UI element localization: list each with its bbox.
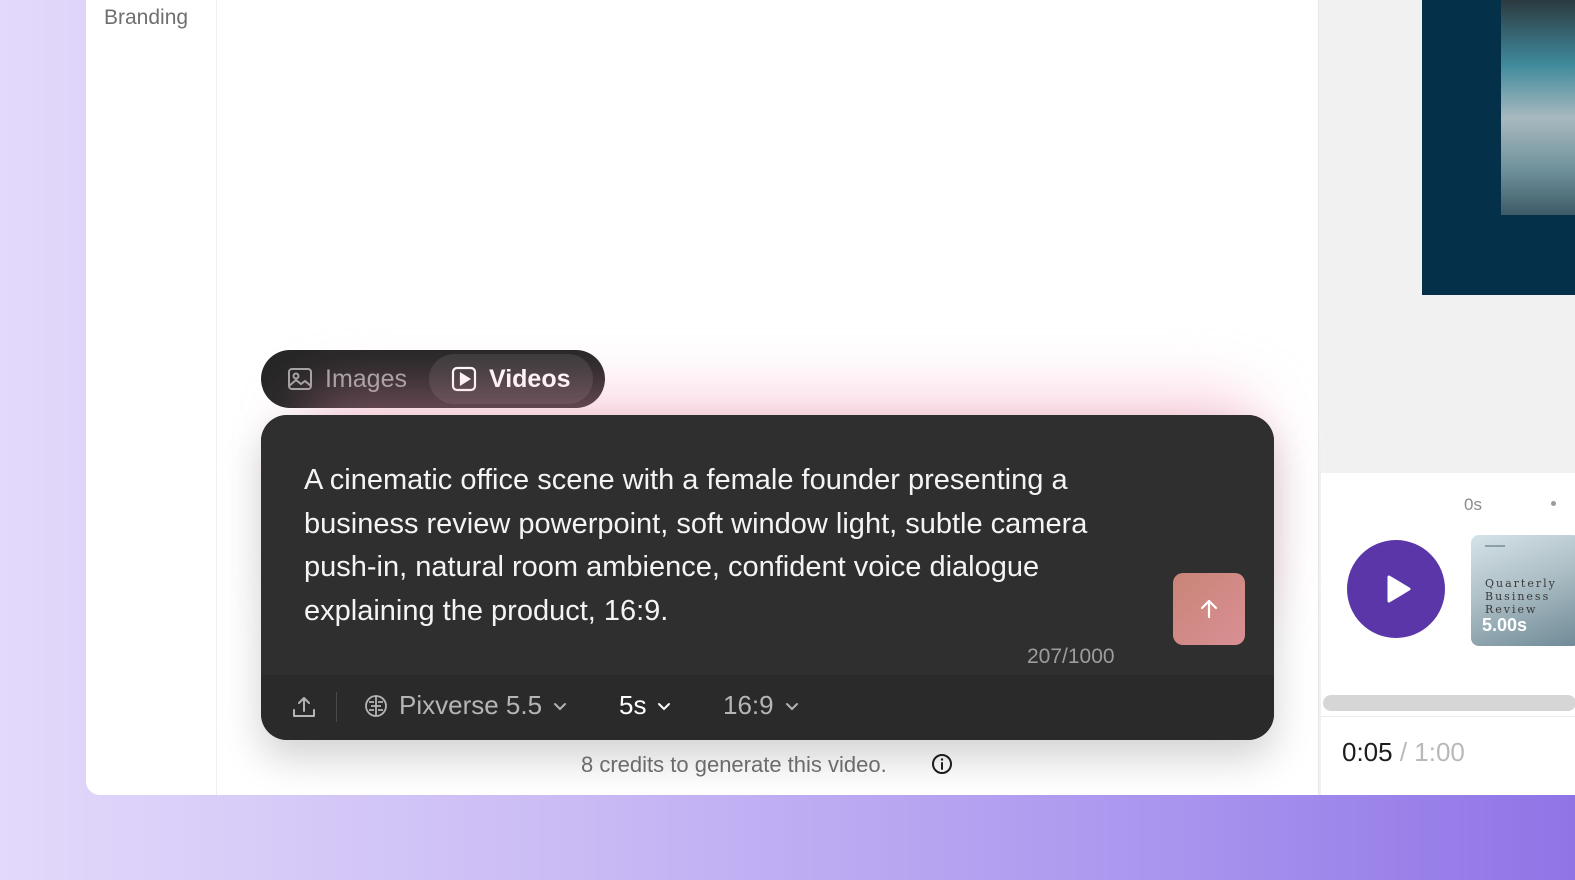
timeline-panel: 0s Quarterly Business Review 5.00s 0:05 … [1321, 473, 1575, 795]
time-separator: / [1392, 737, 1415, 767]
credits-note: 8 credits to generate this video. [581, 752, 887, 777]
tab-videos-label: Videos [488, 364, 571, 393]
tab-images-label: Images [325, 364, 407, 393]
side-nav: Branding [86, 0, 217, 795]
divider [1321, 716, 1575, 717]
video-preview[interactable] [1422, 0, 1575, 295]
prompt-input[interactable]: A cinematic office scene with a female f… [261, 415, 1274, 675]
clip-thumbnail-title: Quarterly Business Review [1485, 577, 1557, 616]
timeline-clip[interactable]: Quarterly Business Review 5.00s [1471, 535, 1575, 646]
clip-duration: 5.00s [1482, 615, 1528, 635]
composer-toolbar: Pixverse 5.5 5s 16:9 [261, 675, 1274, 740]
sidebar-item-branding[interactable]: Branding [104, 6, 188, 30]
aspect-ratio-select[interactable]: 16:9 [723, 690, 800, 721]
duration-select[interactable]: 5s [619, 690, 672, 721]
right-panel: 0s Quarterly Business Review 5.00s 0:05 … [1318, 0, 1575, 795]
timeline-scrollbar[interactable] [1323, 695, 1575, 711]
prompt-text[interactable]: A cinematic office scene with a female f… [304, 459, 1164, 633]
prompt-composer: A cinematic office scene with a female f… [261, 415, 1274, 740]
arrow-up-icon [1200, 599, 1218, 619]
image-icon [288, 368, 312, 390]
timeline-ruler-tick [1551, 501, 1556, 506]
clip-thumbnail-header [1485, 545, 1505, 547]
timeline-ruler-label: 0s [1464, 495, 1482, 514]
total-time: 1:00 [1414, 737, 1465, 767]
upload-icon[interactable] [291, 694, 317, 720]
time-readout: 0:05 / 1:00 [1342, 737, 1465, 768]
preview-image [1501, 0, 1575, 215]
generate-button[interactable] [1173, 573, 1245, 645]
video-icon [451, 366, 477, 392]
chevron-down-icon [554, 702, 567, 710]
current-time: 0:05 [1342, 737, 1393, 767]
play-button[interactable] [1347, 540, 1445, 638]
chevron-down-icon [658, 702, 671, 710]
character-count: 207/1000 [1027, 645, 1115, 668]
toolbar-divider [336, 692, 337, 722]
model-select-label: Pixverse 5.5 [399, 690, 543, 720]
model-select[interactable]: Pixverse 5.5 [363, 690, 568, 721]
play-icon [1387, 575, 1411, 603]
chevron-down-icon [785, 702, 798, 710]
info-icon[interactable] [931, 753, 953, 775]
brain-icon [365, 694, 387, 717]
duration-select-label: 5s [619, 690, 647, 720]
aspect-ratio-label: 16:9 [723, 690, 774, 720]
